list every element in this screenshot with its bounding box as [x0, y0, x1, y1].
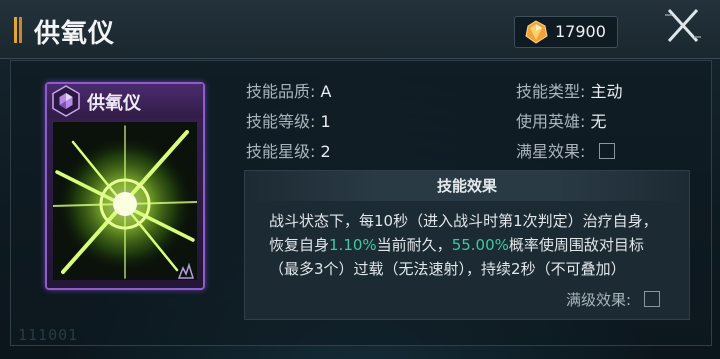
stat-quality: 技能品质: A [246, 78, 331, 102]
currency-display[interactable]: 17900 [514, 16, 618, 48]
stat-level-value: 1 [320, 112, 331, 131]
header-bar: 供氧仪 17900 [0, 0, 720, 59]
stat-type: 技能类型: 主动 [516, 78, 623, 102]
oxygen-burst-art [53, 122, 197, 280]
stat-star-label: 技能星级: [246, 142, 316, 161]
skill-effect-title: 技能效果 [245, 171, 689, 201]
max-level-checkbox[interactable] [643, 291, 660, 307]
close-button[interactable] [660, 6, 706, 46]
effect-text-part-2: 当前耐久， [376, 236, 452, 254]
title-accent-icon [14, 17, 24, 43]
skill-type-icon [52, 85, 80, 117]
fullstar-checkbox[interactable] [598, 143, 615, 159]
card-header: 供氧仪 [47, 84, 203, 118]
close-icon [665, 8, 701, 43]
skill-card[interactable]: 供氧仪 [45, 82, 205, 290]
stat-star: 技能星级: 2 [246, 138, 331, 162]
stat-fullstar: 满星效果: [516, 138, 615, 162]
stat-hero-label: 使用英雄: [516, 112, 586, 131]
gem-icon [525, 20, 548, 44]
stat-type-label: 技能类型: [516, 82, 586, 101]
stat-level: 技能等级: 1 [246, 108, 331, 132]
stat-hero-value: 无 [590, 112, 607, 131]
effect-highlight-2: 55.00% [451, 236, 509, 254]
stat-hero: 使用英雄: 无 [516, 108, 607, 132]
stat-fullstar-label: 满星效果: [516, 142, 586, 161]
currency-value: 17900 [555, 22, 606, 41]
max-level-effect: 满级效果: [566, 289, 660, 310]
rarity-mark-icon [177, 262, 195, 279]
page-title: 供氧仪 [34, 19, 116, 49]
skill-art [53, 122, 197, 280]
stat-quality-label: 技能品质: [246, 82, 316, 101]
skill-effect-text[interactable]: 战斗状态下，每10秒（进入战斗时第1次判定）治疗自身，恢复自身1.10%当前耐久… [269, 209, 669, 283]
effect-highlight-1: 1.10% [329, 236, 377, 254]
card-name: 供氧仪 [87, 93, 141, 114]
stat-quality-value: A [320, 82, 332, 101]
stat-level-label: 技能等级: [246, 112, 316, 131]
stat-type-value: 主动 [590, 82, 623, 101]
watermark-code: 111001 [18, 326, 79, 344]
stat-star-value: 2 [320, 142, 331, 161]
max-level-label: 满级效果: [566, 291, 632, 309]
